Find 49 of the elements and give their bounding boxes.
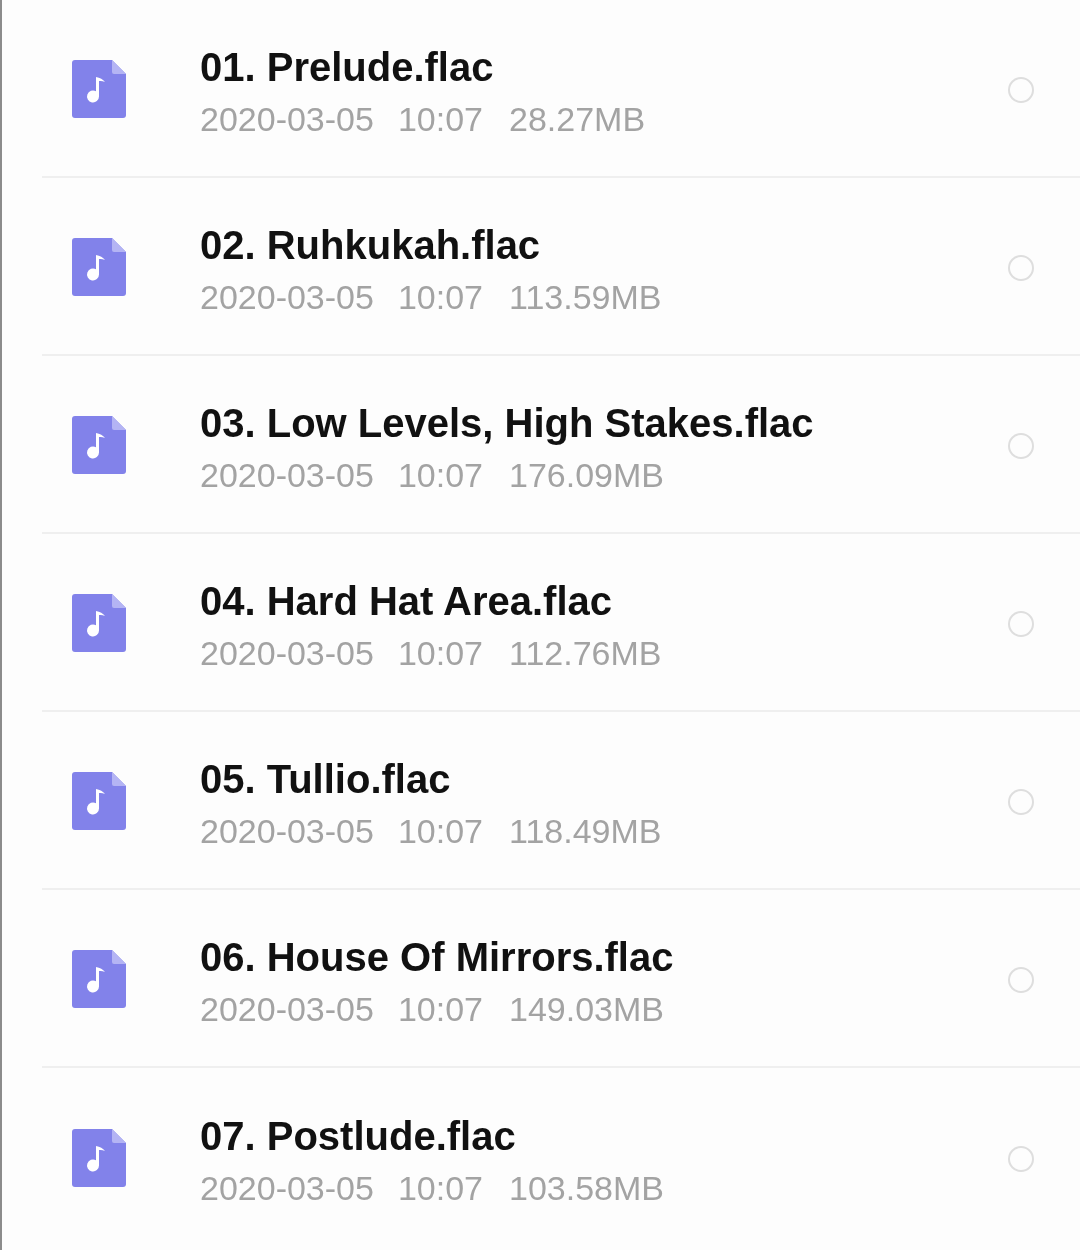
- file-time: 10:07: [397, 455, 483, 496]
- file-size: 28.27MB: [509, 99, 646, 140]
- file-date: 2020-03-05: [200, 989, 374, 1030]
- file-list-item[interactable]: 03. Low Levels, High Stakes.flac 2020-03-05 10:07 176.09MB: [42, 356, 1080, 534]
- radio-button[interactable]: [1008, 432, 1034, 459]
- file-date: 2020-03-05: [200, 633, 374, 674]
- file-name: 01. Prelude.flac: [200, 44, 495, 91]
- music-file-icon: [72, 594, 126, 652]
- file-time: 10:07: [397, 277, 483, 318]
- file-size: 113.59MB: [509, 277, 662, 318]
- radio-button[interactable]: [1008, 254, 1034, 281]
- file-time: 10:07: [397, 99, 483, 140]
- music-file-icon: [72, 60, 126, 118]
- file-size: 112.76MB: [509, 633, 662, 674]
- file-date: 2020-03-05: [200, 99, 374, 140]
- file-list-item[interactable]: 05. Tullio.flac 2020-03-05 10:07 118.49MB: [42, 712, 1080, 890]
- file-name: 06. House Of Mirrors.flac: [200, 934, 674, 981]
- file-name: 03. Low Levels, High Stakes.flac: [200, 400, 814, 447]
- music-file-icon: [72, 416, 126, 474]
- music-file-icon: [72, 772, 126, 830]
- file-list-item[interactable]: 04. Hard Hat Area.flac 2020-03-05 10:07 112.76MB: [42, 534, 1080, 712]
- file-size: 103.58MB: [509, 1168, 664, 1209]
- file-list-item[interactable]: 06. House Of Mirrors.flac 2020-03-05 10:07 149.03MB: [42, 890, 1080, 1068]
- file-date: 2020-03-05: [200, 811, 374, 852]
- file-name: 04. Hard Hat Area.flac: [200, 578, 614, 625]
- file-list-item[interactable]: 07. Postlude.flac 2020-03-05 10:07 103.58MB: [42, 1068, 1080, 1246]
- file-time: 10:07: [397, 633, 483, 674]
- file-name: 05. Tullio.flac: [200, 756, 452, 803]
- file-list-item[interactable]: 02. Ruhkukah.flac 2020-03-05 10:07 113.59MB: [42, 178, 1080, 356]
- file-date: 2020-03-05: [200, 455, 374, 496]
- radio-button[interactable]: [1008, 76, 1034, 103]
- radio-button[interactable]: [1008, 610, 1034, 637]
- music-file-icon: [72, 1129, 126, 1187]
- radio-button[interactable]: [1008, 1145, 1034, 1172]
- file-name: 02. Ruhkukah.flac: [200, 222, 542, 269]
- file-list-item[interactable]: 01. Prelude.flac 2020-03-05 10:07 28.27MB: [42, 0, 1080, 178]
- music-file-icon: [72, 950, 126, 1008]
- file-name: 07. Postlude.flac: [200, 1113, 517, 1160]
- music-file-icon: [72, 238, 126, 296]
- file-size: 176.09MB: [509, 455, 664, 496]
- file-date: 2020-03-05: [200, 277, 374, 318]
- radio-button[interactable]: [1008, 966, 1034, 993]
- file-time: 10:07: [397, 811, 483, 852]
- file-time: 10:07: [397, 989, 483, 1030]
- file-size: 149.03MB: [509, 989, 664, 1030]
- file-size: 118.49MB: [509, 811, 662, 852]
- file-date: 2020-03-05: [200, 1168, 374, 1209]
- radio-button[interactable]: [1008, 788, 1034, 815]
- file-time: 10:07: [397, 1168, 483, 1209]
